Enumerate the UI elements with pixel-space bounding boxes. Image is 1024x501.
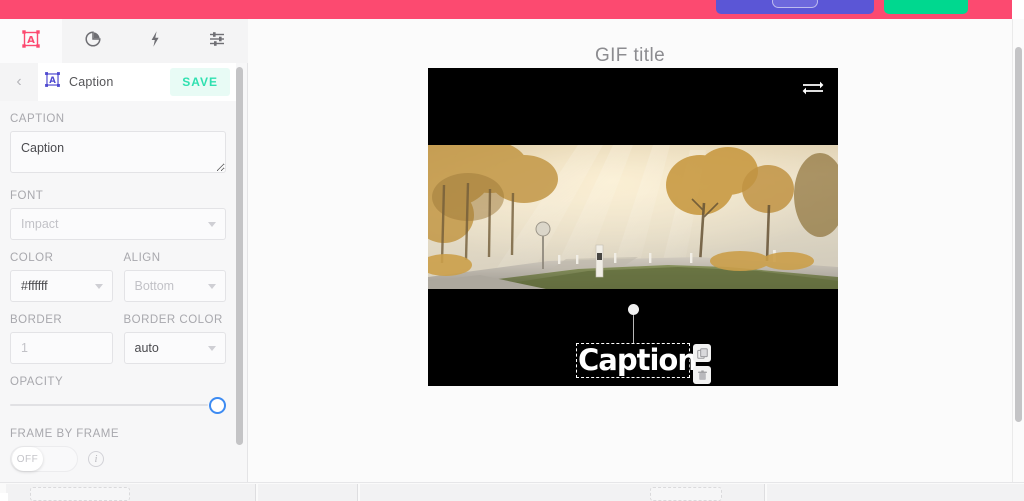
caption-text-icon: A — [21, 29, 41, 54]
frame-by-frame-toggle[interactable]: OFF — [10, 446, 78, 472]
bottom-timeline-bar — [0, 482, 1024, 501]
left-panel-scrollbar[interactable] — [236, 67, 243, 445]
border-input[interactable]: 1 — [10, 332, 113, 364]
chevron-down-icon — [208, 346, 216, 351]
tab-shape[interactable] — [62, 19, 124, 63]
color-select[interactable]: #ffffff — [10, 270, 113, 302]
border-color-label: BORDER COLOR — [123, 314, 223, 326]
timeline-segment-2[interactable] — [258, 484, 358, 501]
canvas-area: GIF title Caption — [248, 19, 1012, 482]
tab-adjust[interactable] — [186, 19, 248, 63]
row-border: BORDER 1 BORDER COLOR auto — [10, 314, 226, 364]
opacity-slider[interactable] — [10, 394, 226, 416]
field-border: BORDER 1 — [10, 314, 113, 364]
frame-by-frame-toggle-state: OFF — [12, 447, 43, 471]
chevron-down-icon — [208, 284, 216, 289]
align-value: Bottom — [134, 279, 175, 293]
color-label: COLOR — [10, 252, 54, 264]
caption-input[interactable] — [10, 131, 226, 173]
lightning-bolt-icon — [145, 29, 165, 54]
row-color-align: COLOR #ffffff ALIGN Bottom — [10, 252, 226, 302]
chevron-down-icon — [208, 222, 216, 227]
tab-caption[interactable]: A — [0, 19, 62, 63]
caption-overlay-text[interactable]: Caption — [577, 343, 699, 378]
frame-by-frame-row: OFF i — [10, 446, 226, 472]
field-frame-by-frame: FRAME BY FRAME OFF i — [10, 428, 226, 472]
panel-icon-tabs: A — [0, 19, 248, 63]
copy-icon[interactable] — [693, 344, 711, 362]
app-root: A ‹ A Caption SAVE CAPTION Caption FONT … — [0, 0, 1024, 501]
top-bar — [0, 0, 1012, 19]
field-align: ALIGN Bottom — [123, 252, 226, 302]
font-label: FONT — [10, 190, 44, 202]
font-value: Impact — [21, 217, 59, 231]
info-icon[interactable]: i — [88, 451, 104, 467]
field-opacity: OPACITY — [10, 376, 226, 416]
field-border-color: BORDER COLOR auto — [123, 314, 226, 364]
border-value: 1 — [21, 341, 28, 355]
topbar-green-button[interactable] — [884, 0, 968, 14]
rotate-handle-line — [633, 311, 634, 343]
crop-shape-icon — [83, 29, 103, 54]
frame-by-frame-label: FRAME BY FRAME — [10, 428, 120, 440]
caption-label: CAPTION — [10, 113, 65, 125]
svg-text:A: A — [49, 76, 56, 86]
align-label: ALIGN — [123, 252, 161, 264]
caption-text-icon-small: A — [44, 71, 61, 93]
page-title: GIF title — [594, 45, 666, 66]
swap-horizontal-icon[interactable] — [802, 80, 824, 96]
color-value: #ffffff — [21, 279, 48, 293]
align-select[interactable]: Bottom — [123, 270, 226, 302]
sliders-adjust-icon — [207, 29, 227, 54]
field-caption: CAPTION — [10, 113, 226, 178]
preview-photo — [428, 145, 838, 289]
border-color-value: auto — [134, 341, 159, 355]
field-color: COLOR #ffffff — [10, 252, 113, 302]
right-rail — [1012, 19, 1024, 501]
timeline-chip-left[interactable] — [30, 487, 130, 501]
topbar-right-gap — [1012, 0, 1024, 19]
font-select[interactable]: Impact — [10, 208, 226, 240]
back-button[interactable]: ‹ — [0, 63, 38, 101]
bottom-left-corner — [0, 493, 8, 501]
panel-header: ‹ A Caption SAVE — [0, 63, 236, 101]
chevron-down-icon — [94, 284, 103, 289]
field-font: FONT Impact — [10, 190, 226, 240]
rotate-handle[interactable] — [628, 304, 639, 315]
panel-header-card: A Caption SAVE — [38, 63, 236, 101]
border-color-select[interactable]: auto — [123, 332, 226, 364]
svg-text:A: A — [27, 35, 35, 46]
panel-body: CAPTION FONT Impact COLOR #ffffff — [0, 101, 236, 482]
save-button[interactable]: SAVE — [170, 68, 230, 96]
opacity-label: OPACITY — [10, 376, 64, 388]
page-scrollbar[interactable] — [1015, 47, 1022, 422]
topbar-purple-button-inner — [772, 0, 818, 8]
panel-title: Caption — [69, 75, 114, 89]
topbar-purple-button[interactable] — [716, 0, 874, 14]
timeline-chip-right[interactable] — [650, 487, 722, 501]
timeline-segment-4[interactable] — [767, 484, 1024, 501]
opacity-slider-track — [10, 404, 208, 406]
opacity-slider-handle[interactable] — [209, 397, 226, 414]
tab-effects[interactable] — [124, 19, 186, 63]
left-panel: A ‹ A Caption SAVE CAPTION Caption FONT … — [0, 19, 248, 482]
border-label: BORDER — [10, 314, 63, 326]
trash-icon[interactable] — [693, 366, 711, 384]
gif-preview[interactable]: Caption — [428, 68, 838, 386]
